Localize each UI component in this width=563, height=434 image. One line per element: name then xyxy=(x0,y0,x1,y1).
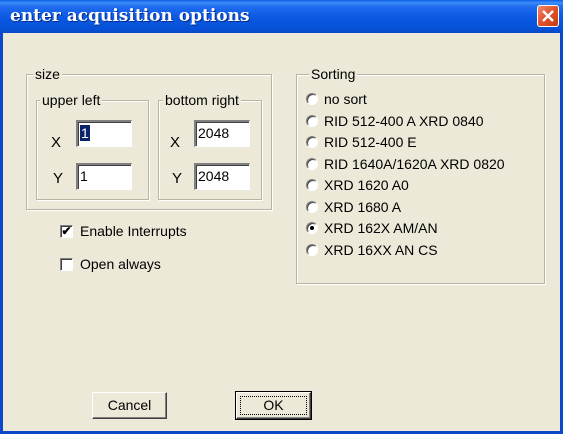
window-title: enter acquisition options xyxy=(10,6,250,26)
upper-left-x-label: X xyxy=(51,134,62,151)
upper-left-y-label: Y xyxy=(53,170,64,187)
sorting-group-label: Sorting xyxy=(309,66,358,82)
sort-option-label: XRD 1620 A0 xyxy=(324,177,409,193)
radio-dot xyxy=(310,226,314,230)
radio-button[interactable] xyxy=(306,136,318,148)
close-icon xyxy=(542,10,554,22)
open-always-checkbox[interactable]: Open always xyxy=(60,256,210,274)
bottom-right-y-input[interactable]: 2048 xyxy=(194,163,250,190)
sort-option[interactable]: XRD 1680 A xyxy=(306,199,542,217)
size-group-label: size xyxy=(33,66,62,82)
sort-option[interactable]: RID 512-400 E xyxy=(306,134,542,152)
sort-option-label: XRD 162X AM/AN xyxy=(324,220,438,236)
checkbox-box[interactable]: ✔ xyxy=(60,225,73,238)
radio-button[interactable] xyxy=(306,179,318,191)
checkbox-box[interactable] xyxy=(60,258,73,271)
open-always-label: Open always xyxy=(80,256,161,272)
sort-option[interactable]: RID 1640A/1620A XRD 0820 xyxy=(306,156,542,174)
radio-button[interactable] xyxy=(306,158,318,170)
sort-option-label: RID 512-400 E xyxy=(324,134,417,150)
cancel-button[interactable]: Cancel xyxy=(92,392,167,419)
sort-option-label: RID 512-400 A XRD 0840 xyxy=(324,113,484,129)
bottom-right-x-label: X xyxy=(170,134,181,151)
bottom-right-x-input[interactable]: 2048 xyxy=(194,120,250,147)
bottom-right-y-label: Y xyxy=(172,170,183,187)
enable-interrupts-label: Enable Interrupts xyxy=(80,223,187,239)
radio-button[interactable] xyxy=(306,115,318,127)
sort-option[interactable]: XRD 162X AM/AN xyxy=(306,220,542,238)
radio-button[interactable] xyxy=(306,244,318,256)
radio-button[interactable] xyxy=(306,93,318,105)
sort-option[interactable]: RID 512-400 A XRD 0840 xyxy=(306,113,542,131)
ok-button[interactable]: OK xyxy=(235,391,312,420)
title-bar[interactable]: enter acquisition options xyxy=(0,0,563,33)
bottom-right-label: bottom right xyxy=(163,92,241,108)
enable-interrupts-checkbox[interactable]: ✔ Enable Interrupts xyxy=(60,223,210,241)
sort-option-label: RID 1640A/1620A XRD 0820 xyxy=(324,156,505,172)
sort-option-label: XRD 16XX AN CS xyxy=(324,242,438,258)
upper-left-label: upper left xyxy=(40,92,103,108)
sort-option[interactable]: no sort xyxy=(306,91,542,109)
close-button[interactable] xyxy=(537,5,559,27)
sort-option[interactable]: XRD 16XX AN CS xyxy=(306,242,542,260)
sort-option[interactable]: XRD 1620 A0 xyxy=(306,177,542,195)
radio-button[interactable] xyxy=(306,201,318,213)
sort-option-label: XRD 1680 A xyxy=(324,199,402,215)
radio-button[interactable] xyxy=(306,222,318,234)
sort-option-label: no sort xyxy=(324,91,367,107)
upper-left-x-input[interactable]: 1 xyxy=(76,120,132,147)
upper-left-y-input[interactable]: 1 xyxy=(76,163,132,190)
